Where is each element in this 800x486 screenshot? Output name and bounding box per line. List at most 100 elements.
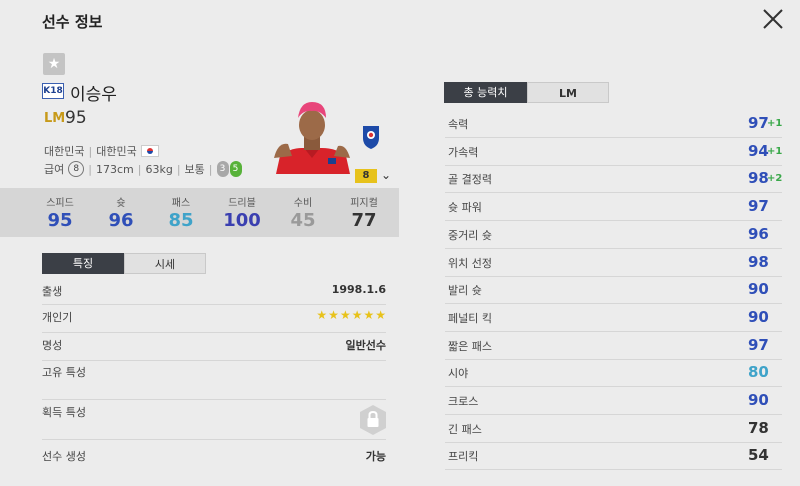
favorite-star-icon[interactable]: ★ xyxy=(43,53,65,75)
attribute-bonus: +1 xyxy=(767,145,783,157)
stat-value: 95 xyxy=(47,210,73,231)
stat-label: 수비 xyxy=(293,198,313,209)
player-name: 이승우 xyxy=(70,85,117,105)
star-icon: ★ xyxy=(328,308,339,322)
player-affiliation: 대한민국 | 대한민국 xyxy=(44,143,159,159)
attribute-row: 시야 80 xyxy=(445,360,782,388)
attribute-row: 위치 선정 98 xyxy=(445,250,782,277)
team-crest-icon xyxy=(361,124,381,150)
stat-value: 96 xyxy=(108,210,134,231)
info-row-skill-moves: 개인기 ★ ★ ★ ★ ★ ★ xyxy=(42,309,386,333)
stat-label: 피지컬 xyxy=(350,198,378,209)
stat-label: 드리블 xyxy=(228,198,256,209)
player-overall: 95 xyxy=(65,108,87,128)
info-label: 고유 특성 xyxy=(42,366,86,379)
stat-shoot: 슛 96 xyxy=(91,188,151,237)
attribute-label: 슛 파워 xyxy=(448,201,482,215)
attribute-value: 98 xyxy=(748,169,769,188)
info-label: 출생 xyxy=(42,285,63,298)
info-row-birth: 출생 1998.1.6 xyxy=(42,283,386,305)
chevron-down-icon[interactable]: ⌄ xyxy=(381,168,391,182)
player-physical: 급여 8 | 173cm | 63kg | 보통 | 3 5 xyxy=(44,161,242,177)
attribute-label: 페널티 킥 xyxy=(448,311,492,325)
star-icon: ★ xyxy=(339,308,351,322)
info-label: 획득 특성 xyxy=(42,406,86,419)
attribute-label: 프리킥 xyxy=(448,450,479,464)
tab-traits[interactable]: 특징 xyxy=(42,253,124,274)
close-button[interactable] xyxy=(760,6,786,32)
attribute-row: 크로스 90 xyxy=(445,388,782,415)
info-label: 선수 생성 xyxy=(42,450,86,463)
salary-value: 8 xyxy=(68,161,85,177)
tab-position-ability[interactable]: LM xyxy=(527,82,609,103)
attribute-row: 프리킥 54 xyxy=(445,443,782,471)
nation-label: 대한민국 xyxy=(44,145,85,158)
attribute-row: 페널티 킥 90 xyxy=(445,305,782,332)
star-icon: ★ xyxy=(363,308,375,322)
attribute-row: 중거리 슛 96 xyxy=(445,222,782,249)
attribute-label: 속력 xyxy=(448,118,469,131)
divider: | xyxy=(88,144,93,158)
stat-speed: 스피드 95 xyxy=(30,188,90,237)
attribute-row: 짧은 패스 97 xyxy=(445,333,782,360)
attribute-row: 가속력 94 +1 xyxy=(445,139,782,166)
info-label: 개인기 xyxy=(42,311,73,324)
close-icon xyxy=(763,9,783,29)
info-value: 1998.1.6 xyxy=(331,283,386,296)
stat-dribble: 드리블 100 xyxy=(211,188,273,237)
ability-tabs: 총 능력치 LM xyxy=(444,82,609,103)
body-type-value: 보통 xyxy=(184,163,205,176)
attribute-label: 긴 패스 xyxy=(448,422,482,436)
enhancement-grade-badge: 8 xyxy=(355,169,377,183)
attribute-value: 97 xyxy=(748,114,769,132)
attribute-label: 가속력 xyxy=(448,145,479,159)
player-photo xyxy=(270,98,354,174)
attribute-row: 속력 97 +1 xyxy=(445,111,782,138)
stat-pass: 패스 85 xyxy=(151,188,211,237)
weight-value: 63kg xyxy=(145,162,173,176)
divider: | xyxy=(176,162,181,176)
salary-label: 급여 xyxy=(44,163,65,176)
stat-value: 77 xyxy=(351,210,377,231)
stat-value: 100 xyxy=(223,210,261,231)
info-label: 명성 xyxy=(42,339,63,352)
tab-total-ability[interactable]: 총 능력치 xyxy=(444,82,527,103)
info-row-fame: 명성 일반선수 xyxy=(42,337,386,361)
attribute-value: 97 xyxy=(748,197,769,216)
attribute-label: 발리 슛 xyxy=(448,284,482,298)
divider: | xyxy=(88,162,92,176)
lock-icon xyxy=(358,404,388,436)
stat-label: 슛 xyxy=(116,198,126,209)
attribute-label: 위치 선정 xyxy=(448,256,492,270)
divider: | xyxy=(137,162,142,176)
skill-star-rating: ★ ★ ★ ★ ★ ★ xyxy=(316,309,386,321)
stat-defense: 수비 45 xyxy=(273,188,333,237)
attribute-value: 54 xyxy=(748,446,769,465)
attribute-label: 중거리 슛 xyxy=(448,228,492,242)
attribute-value: 78 xyxy=(748,418,769,437)
attribute-value: 97 xyxy=(748,335,769,354)
star-icon: ★ xyxy=(375,308,386,322)
summary-stats: 스피드 95 슛 96 패스 85 드리블 100 수비 45 피지컬 77 xyxy=(0,188,399,237)
weak-foot-value: 3 xyxy=(216,161,229,177)
season-badge: K18 xyxy=(42,83,64,99)
attribute-row: 슛 파워 97 xyxy=(445,194,782,222)
divider: | xyxy=(208,162,213,176)
attribute-value: 90 xyxy=(748,391,769,409)
info-row-unique-traits: 고유 특성 xyxy=(42,364,386,400)
attribute-label: 짧은 패스 xyxy=(448,339,492,353)
tab-market-price[interactable]: 시세 xyxy=(124,253,206,274)
info-row-acquired-traits: 획득 특성 xyxy=(42,404,386,440)
team-label: 대한민국 xyxy=(96,145,137,158)
stat-value: 45 xyxy=(290,210,316,231)
attribute-value: 90 xyxy=(748,307,769,326)
attribute-value: 94 xyxy=(748,141,769,160)
attribute-label: 골 결정력 xyxy=(448,173,492,187)
attribute-bonus: +1 xyxy=(767,118,783,129)
attribute-value: 90 xyxy=(748,280,769,299)
stat-label: 패스 xyxy=(171,198,191,209)
player-position: LM xyxy=(44,111,66,126)
info-row-player-generation: 선수 생성 가능 xyxy=(42,448,386,470)
attribute-label: 크로스 xyxy=(448,395,479,408)
stat-physical: 피지컬 77 xyxy=(333,188,395,237)
